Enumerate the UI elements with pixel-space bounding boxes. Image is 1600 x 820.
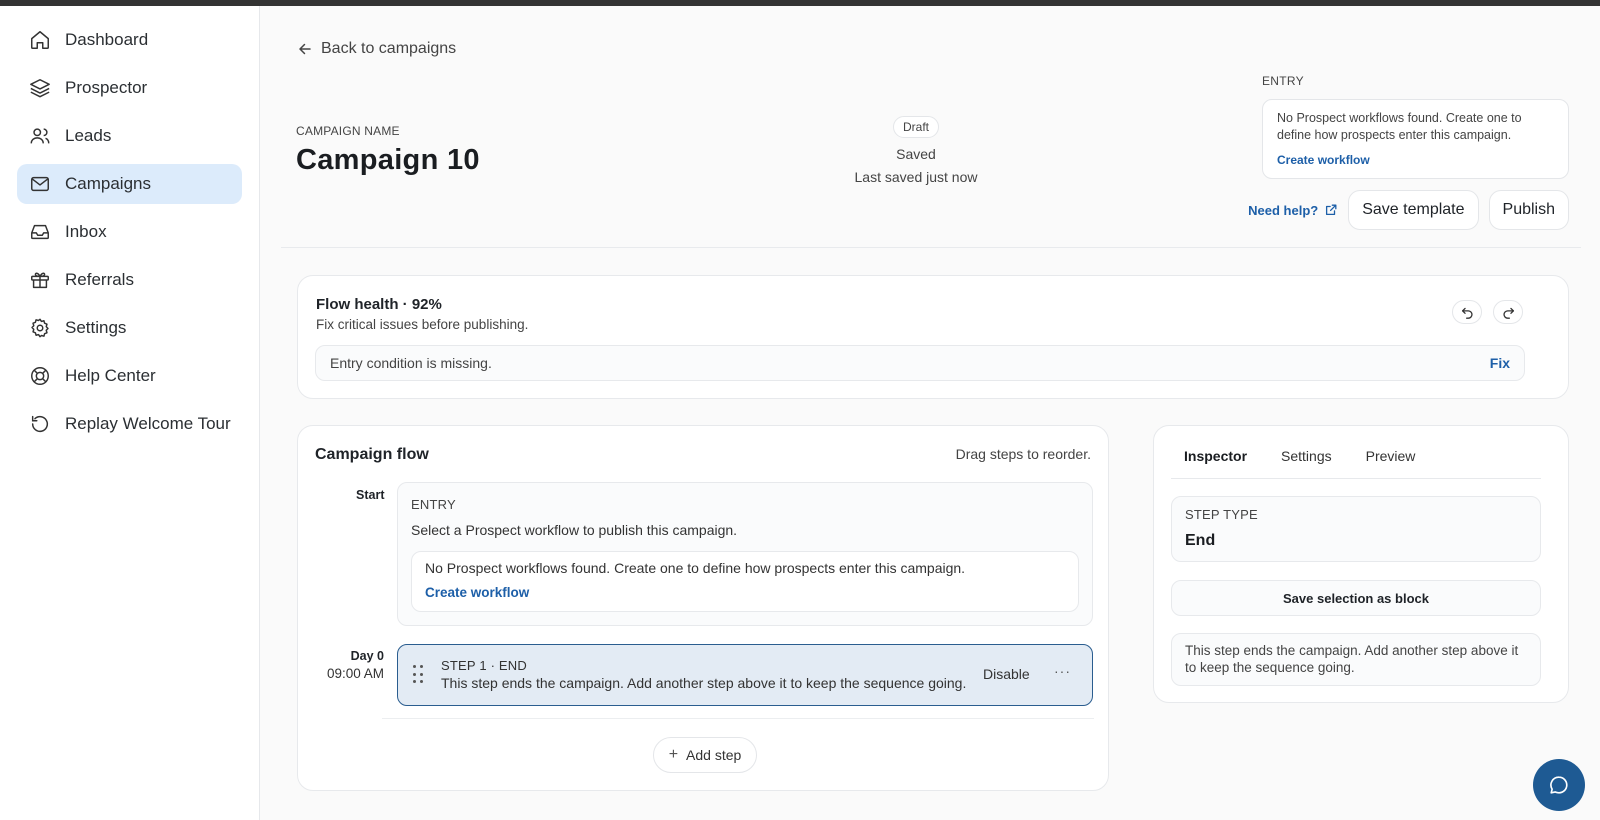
sidebar-item-label: Inbox	[65, 222, 107, 241]
back-label: Back to campaigns	[321, 40, 457, 57]
entry-empty-message: No Prospect workflows found. Create one …	[425, 560, 966, 576]
campaign-name[interactable]: Campaign 10	[296, 144, 480, 177]
flow-health-card: Flow health · 92% Fix critical issues be…	[297, 275, 1569, 399]
create-workflow-link[interactable]: Create workflow	[425, 585, 1065, 600]
entry-description: Select a Prospect workflow to publish th…	[411, 522, 738, 538]
sidebar-item-replay-welcome-tour[interactable]: Replay Welcome Tour	[17, 404, 242, 444]
sidebar-item-label: Referrals	[65, 270, 134, 289]
save-state: Saved	[896, 146, 936, 162]
disable-step-button[interactable]: Disable	[983, 666, 1030, 682]
lifebuoy-icon	[29, 365, 51, 387]
issue-text: Entry condition is missing.	[330, 355, 492, 371]
sidebar-item-label: Replay Welcome Tour	[65, 414, 231, 433]
sidebar-item-inbox[interactable]: Inbox	[17, 212, 242, 252]
save-selection-as-block-button[interactable]: Save selection as block	[1171, 580, 1541, 616]
flow-health-subtitle: Fix critical issues before publishing.	[316, 317, 529, 332]
add-step-label: Add step	[686, 747, 742, 763]
replay-icon	[29, 413, 51, 435]
save-status: Draft Saved Last saved just now	[841, 116, 991, 185]
undo-icon	[1461, 307, 1473, 319]
header-actions: Need help? Save template Publish	[1246, 189, 1569, 231]
entry-node[interactable]: ENTRY Select a Prospect workflow to publ…	[397, 482, 1093, 626]
campaign-name-label: CAMPAIGN NAME	[296, 124, 400, 138]
last-saved-text: Last saved just now	[854, 169, 978, 185]
chat-button[interactable]	[1533, 759, 1585, 811]
home-icon	[29, 29, 51, 51]
redo-icon	[1502, 307, 1514, 319]
inbox-icon	[29, 221, 51, 243]
tab-inspector[interactable]: Inspector	[1171, 444, 1260, 478]
create-workflow-link[interactable]: Create workflow	[1277, 152, 1554, 169]
more-options-icon[interactable]: ···	[1054, 663, 1071, 679]
sidebar-item-referrals[interactable]: Referrals	[17, 260, 242, 300]
undo-button[interactable]	[1452, 300, 1482, 324]
redo-button[interactable]	[1493, 300, 1523, 324]
main-content: Back to campaigns CAMPAIGN NAME Campaign…	[261, 6, 1600, 820]
entry-message: No Prospect workflows found. Create one …	[1277, 111, 1522, 142]
drag-hint: Drag steps to reorder.	[955, 446, 1091, 462]
sidebar-item-label: Leads	[65, 126, 112, 145]
publish-button[interactable]: Publish	[1488, 190, 1569, 230]
sidebar-item-campaigns[interactable]: Campaigns	[17, 164, 242, 204]
sidebar-item-dashboard[interactable]: Dashboard	[17, 20, 242, 60]
sidebar-item-label: Help Center	[65, 366, 156, 385]
entry-empty-state: No Prospect workflows found. Create one …	[411, 551, 1079, 612]
need-help-label: Need help?	[1248, 202, 1319, 218]
gift-icon	[29, 269, 51, 291]
add-step-button[interactable]: + Add step	[653, 737, 757, 773]
entry-label: ENTRY	[1262, 74, 1304, 88]
users-icon	[29, 125, 51, 147]
inspector-panel: Inspector Settings Preview STEP TYPE End…	[1153, 425, 1569, 703]
step-title: STEP 1 · END	[441, 658, 527, 673]
campaign-flow-title: Campaign flow	[315, 446, 429, 463]
tab-settings[interactable]: Settings	[1268, 444, 1345, 478]
drag-handle-icon[interactable]	[413, 665, 425, 685]
entry-heading: ENTRY	[411, 497, 456, 512]
mail-icon	[29, 173, 51, 195]
step-note: This step ends the campaign. Add another…	[1171, 633, 1541, 686]
entry-summary-card: No Prospect workflows found. Create one …	[1262, 99, 1569, 179]
header-divider	[281, 247, 1581, 248]
issue-row: Entry condition is missing. Fix	[315, 345, 1525, 381]
flow-health-title: Flow health · 92%	[316, 296, 442, 313]
back-to-campaigns-link[interactable]: Back to campaigns	[297, 40, 456, 58]
layers-icon	[29, 77, 51, 99]
step-card-selected[interactable]: STEP 1 · END This step ends the campaign…	[397, 644, 1093, 706]
sidebar-item-label: Dashboard	[65, 30, 149, 49]
flow-divider	[382, 718, 1094, 719]
external-link-icon	[1326, 204, 1337, 216]
fix-button[interactable]: Fix	[1490, 355, 1510, 371]
need-help-link[interactable]: Need help?	[1248, 203, 1338, 218]
tab-preview[interactable]: Preview	[1353, 444, 1429, 478]
arrow-left-icon	[299, 43, 311, 55]
sidebar-item-settings[interactable]: Settings	[17, 308, 242, 348]
step-time-label: 09:00 AM	[326, 666, 384, 681]
gear-icon	[29, 317, 51, 339]
sidebar-item-label: Settings	[65, 318, 127, 337]
sidebar: Dashboard Prospector Leads Campaigns Inb…	[0, 6, 260, 820]
start-label: Start	[356, 488, 385, 502]
campaign-flow-card: Campaign flow Drag steps to reorder. Sta…	[297, 425, 1109, 791]
sidebar-item-label: Campaigns	[65, 174, 151, 193]
sidebar-item-prospector[interactable]: Prospector	[17, 68, 242, 108]
plus-icon: +	[668, 746, 679, 763]
chat-icon	[1550, 776, 1568, 794]
step-type-box: STEP TYPE End	[1171, 496, 1541, 562]
inspector-tabs: Inspector Settings Preview	[1171, 444, 1541, 479]
step-type-label: STEP TYPE	[1185, 507, 1258, 522]
status-badge: Draft	[892, 116, 939, 138]
sidebar-item-leads[interactable]: Leads	[17, 116, 242, 156]
step-description: This step ends the campaign. Add another…	[441, 675, 967, 691]
sidebar-item-help-center[interactable]: Help Center	[17, 356, 242, 396]
save-template-button[interactable]: Save template	[1348, 190, 1479, 230]
sidebar-item-label: Prospector	[65, 78, 148, 97]
step-day-label: Day 0	[350, 649, 384, 663]
step-type-value: End	[1185, 532, 1216, 549]
